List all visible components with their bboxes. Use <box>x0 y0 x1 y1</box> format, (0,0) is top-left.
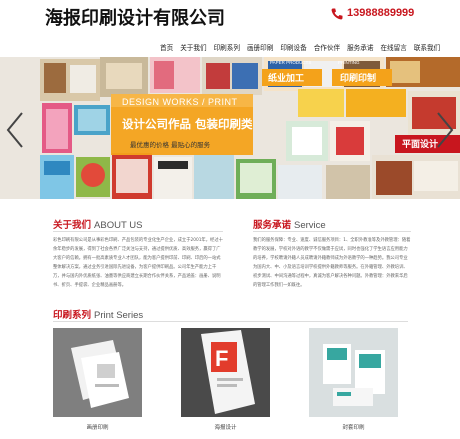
site-logo[interactable]: 海报印刷设计有限公司 <box>45 4 225 30</box>
banner-label-paper: 纸业加工 <box>268 74 305 84</box>
nav-contact[interactable]: 联系我们 <box>414 42 440 54</box>
banner-prev-button[interactable] <box>4 111 26 149</box>
phone-icon <box>330 6 344 20</box>
nav-brochure[interactable]: 画册印刷 <box>247 42 273 54</box>
print-title-en: Print Series <box>94 310 144 321</box>
main-nav: 首页 关于我们 印刷系列 画册印刷 印刷设备 合作伙伴 服务承诺 在线留言 联系… <box>160 42 447 54</box>
about-text: 彩色印刷有限公司是从事彩色印刷、产品包装的专业化生产企业，成立于2001年，经过… <box>53 238 223 288</box>
product-card-brochure[interactable] <box>53 328 142 417</box>
product-image-poster: F <box>181 328 270 417</box>
banner-label-print: 印刷印制 <box>340 74 377 84</box>
product-caption-envelope[interactable]: 封套印刷 <box>309 423 398 431</box>
nav-home[interactable]: 首页 <box>160 42 173 54</box>
product-card-poster[interactable]: F <box>181 328 270 417</box>
product-caption-poster[interactable]: 海报设计 <box>181 423 270 431</box>
chevron-right-icon <box>437 112 454 148</box>
print-rule <box>53 321 408 322</box>
banner-label-flat: 平面设计 <box>402 140 439 150</box>
about-rule <box>53 231 223 232</box>
nav-message[interactable]: 在线留言 <box>380 42 406 54</box>
nav-equipment[interactable]: 印刷设备 <box>280 42 306 54</box>
product-card-envelope[interactable] <box>309 328 398 417</box>
banner-subline: 最优惠的价格 最贴心的服务 <box>130 141 211 149</box>
banner-next-button[interactable] <box>434 111 456 149</box>
nav-service[interactable]: 服务承诺 <box>347 42 373 54</box>
about-title-cn: 关于我们 <box>53 220 92 231</box>
svg-text:F: F <box>215 346 228 371</box>
site-header: 海报印刷设计有限公司 13988889999 <box>0 0 460 34</box>
about-title-en: ABOUT US <box>94 220 143 231</box>
nav-partners[interactable]: 合作伙伴 <box>314 42 340 54</box>
service-title-en: Service <box>294 220 326 231</box>
service-title: 服务承诺 Service <box>253 217 326 231</box>
nav-about[interactable]: 关于我们 <box>180 42 206 54</box>
banner-tag: DESIGN WORKS / PRINT <box>122 97 238 107</box>
chevron-left-icon <box>6 112 23 148</box>
phone-contact: 13988889999 <box>330 6 414 20</box>
hero-banner[interactable]: DESIGN WORKS / PRINT 设计公司作品 包装印刷类 最优惠的价格… <box>0 57 460 199</box>
product-caption-brochure[interactable]: 画册印刷 <box>53 423 142 431</box>
service-rule <box>253 231 411 232</box>
service-text: 我们的服务保障：专业、速度、诚信服务项目：1、全职外教准等及外教管理：随着教学的… <box>253 238 411 288</box>
nav-print-series[interactable]: 印刷系列 <box>214 42 240 54</box>
print-title-cn: 印刷系列 <box>53 310 92 321</box>
about-title: 关于我们 ABOUT US <box>53 217 142 231</box>
print-series-title: 印刷系列 Print Series <box>53 307 143 321</box>
product-image-envelope <box>309 328 398 417</box>
banner-label-print-en: PRINTING <box>338 60 360 65</box>
banner-label-paper-en: PAPER PRODUCTS <box>270 60 312 65</box>
product-image-brochure <box>53 328 142 417</box>
banner-headline: 设计公司作品 包装印刷类 <box>122 117 253 131</box>
phone-number[interactable]: 13988889999 <box>347 7 414 19</box>
service-title-cn: 服务承诺 <box>253 220 292 231</box>
